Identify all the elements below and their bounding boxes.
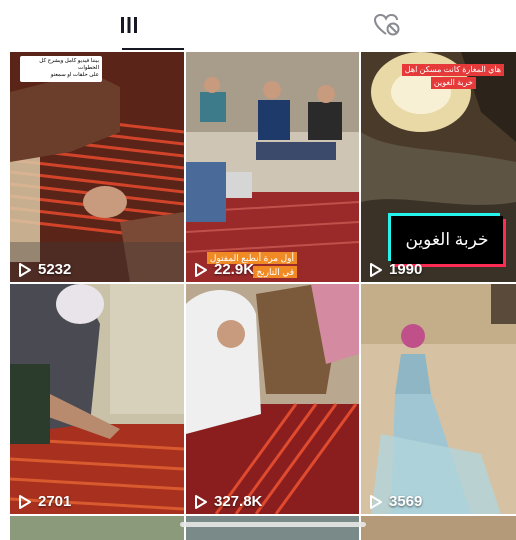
view-count: 5232 (18, 261, 71, 278)
tab-liked[interactable] (258, 0, 516, 50)
view-count: 1990 (369, 261, 422, 278)
title-card-text: خربة الغوين (391, 216, 503, 264)
video-grid: بيننا فيديو كامل ويشرح كل الخطوات على حل… (0, 52, 516, 540)
caption-badge: في التاريخ (253, 266, 297, 278)
video-thumbnail-7[interactable] (10, 516, 184, 540)
video-thumbnail-2[interactable]: أول مرة أنطبع المفتول في التاريخ 22.9K (186, 52, 359, 282)
thumbnail-image (361, 284, 516, 514)
video-thumbnail-6[interactable]: 3569 (361, 284, 516, 514)
view-count-text: 1990 (389, 261, 423, 278)
caption-badge: خربة الغوين (430, 77, 476, 89)
caption-line: الخطوات (78, 65, 99, 71)
play-icon (19, 494, 31, 509)
video-thumbnail-4[interactable]: 2701 (10, 284, 184, 514)
caption-badge: هاي المغارة كانت مسكن اهل (401, 64, 504, 76)
video-thumbnail-3[interactable]: هاي المغارة كانت مسكن اهل خربة الغوين خر… (361, 52, 516, 282)
thumbnail-image (186, 52, 359, 282)
caption-line: في التاريخ (256, 267, 294, 277)
liked-hidden-icon (373, 13, 400, 36)
caption-line: على حلقات او سمعتو (50, 72, 99, 78)
active-tab-indicator (122, 48, 184, 50)
caption-line: خربة الغوين (433, 78, 473, 87)
view-count-text: 2701 (38, 493, 72, 510)
view-count-text: 3569 (389, 493, 423, 510)
profile-tab-bar (0, 0, 516, 50)
view-count: 3569 (369, 493, 422, 510)
play-icon (195, 262, 207, 277)
video-thumbnail-5[interactable]: 327.8K (186, 284, 359, 514)
play-icon (370, 262, 382, 277)
thumbnail-image (10, 284, 184, 514)
title-card: خربة الغوين (388, 213, 506, 267)
grid-icon (121, 17, 137, 33)
thumbnail-image (186, 284, 359, 514)
caption-line: بيننا فيديو كامل ويشرح كل (39, 58, 99, 64)
home-indicator[interactable] (180, 522, 366, 527)
view-count-text: 5232 (38, 261, 72, 278)
play-icon (19, 262, 31, 277)
view-count-text: 22.9K (214, 261, 255, 278)
view-count: 22.9K (194, 261, 254, 278)
video-thumbnail-1[interactable]: بيننا فيديو كامل ويشرح كل الخطوات على حل… (10, 52, 184, 282)
view-count-text: 327.8K (214, 493, 263, 510)
thumbnail-image (10, 52, 184, 282)
video-thumbnail-8[interactable] (186, 516, 359, 540)
caption-line: هاي المغارة كانت مسكن اهل (404, 65, 501, 74)
view-count: 327.8K (194, 493, 262, 510)
play-icon (370, 494, 382, 509)
tab-videos[interactable] (0, 0, 258, 50)
caption-box: بيننا فيديو كامل ويشرح كل الخطوات على حل… (20, 56, 102, 82)
view-count: 2701 (18, 493, 71, 510)
video-thumbnail-9[interactable] (361, 516, 516, 540)
play-icon (195, 494, 207, 509)
